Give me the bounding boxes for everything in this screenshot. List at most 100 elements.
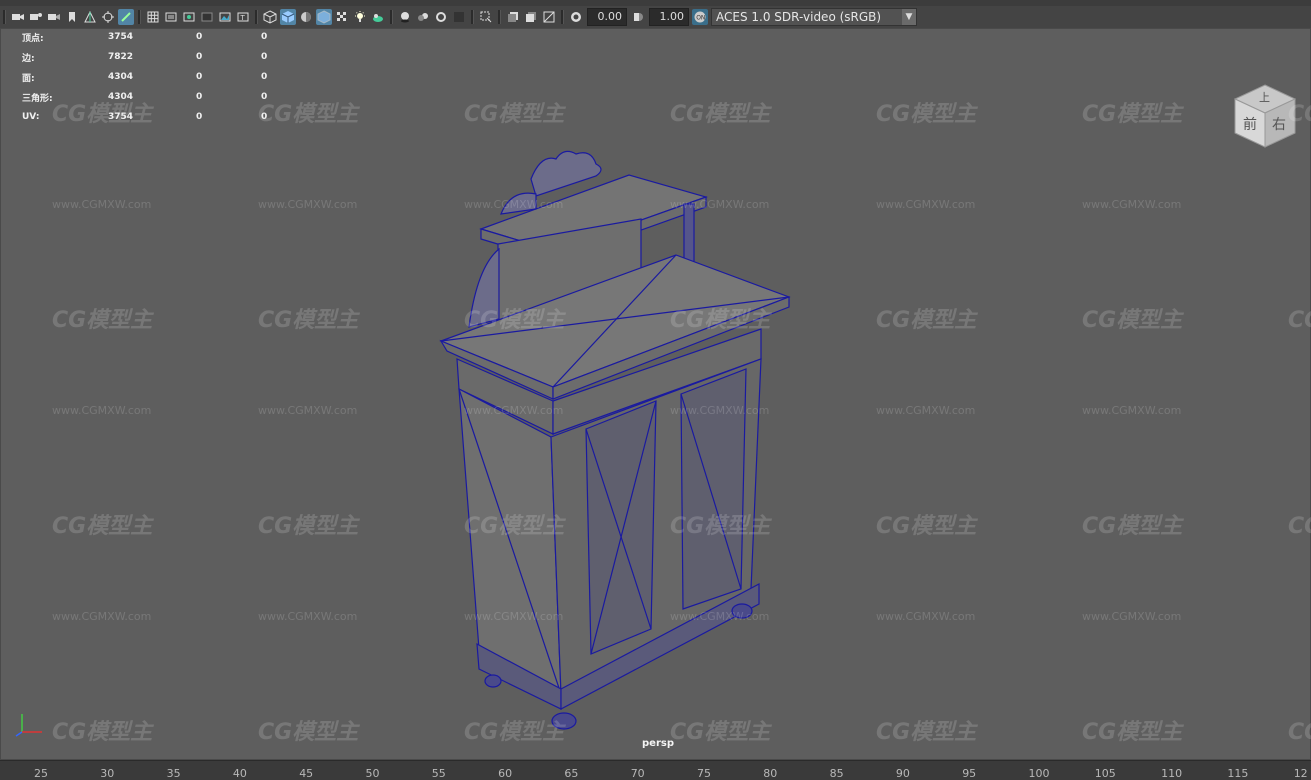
viewcube-top-label[interactable]: 上 xyxy=(1259,91,1270,104)
xray-icon[interactable] xyxy=(316,9,332,25)
svg-text:T: T xyxy=(240,14,246,22)
viewport-toolbar: T 0.00 1.00 ON ACES 1.0 SDR-video (sRGB)… xyxy=(0,6,1311,28)
xray-active-icon[interactable] xyxy=(523,9,539,25)
svg-text:ON: ON xyxy=(696,15,705,22)
ruler-tick-label: 55 xyxy=(431,767,446,780)
image-plane-icon[interactable] xyxy=(82,9,98,25)
ruler-tick-label: 45 xyxy=(299,767,314,780)
ruler-tick-label: 60 xyxy=(498,767,513,780)
hud-label: 三角形: xyxy=(22,93,53,104)
camera-name-label: persp xyxy=(642,738,674,749)
cabinet-wireframe xyxy=(439,150,791,730)
hud-label: UV: xyxy=(22,112,40,122)
hud-value: 0 xyxy=(261,112,268,122)
ambient-occlusion-icon[interactable] xyxy=(397,9,413,25)
perspective-viewport[interactable]: 上 前 右 xyxy=(0,28,1311,760)
ruler-tick-label: 100 xyxy=(1028,767,1050,780)
hud-label: 顶点: xyxy=(22,33,44,44)
film-gate-icon[interactable] xyxy=(163,9,179,25)
ruler-tick-label: 40 xyxy=(232,767,247,780)
gamma-icon[interactable] xyxy=(630,9,646,25)
smooth-shade-icon[interactable] xyxy=(280,9,296,25)
camera-icon[interactable] xyxy=(10,9,26,25)
color-management-icon[interactable]: ON xyxy=(692,9,708,25)
exposure-field[interactable]: 0.00 xyxy=(587,8,627,26)
bookmark-icon[interactable] xyxy=(64,9,80,25)
axis-gizmo xyxy=(12,708,52,742)
viewcube-right-label[interactable]: 右 xyxy=(1272,117,1286,133)
gate-mask-icon[interactable] xyxy=(199,9,215,25)
texture-icon[interactable] xyxy=(334,9,350,25)
ruler-tick-label: 70 xyxy=(630,767,645,780)
ruler-tick-label: 110 xyxy=(1161,767,1183,780)
ruler-tick-label: 25 xyxy=(34,767,48,780)
pan-zoom-icon[interactable] xyxy=(100,9,116,25)
ruler-tick-label: 50 xyxy=(365,767,380,780)
toolbar-separator xyxy=(561,10,564,24)
hud-row-vertices: 顶点: 3754 0 0 xyxy=(22,27,301,47)
color-management-value: ACES 1.0 SDR-video (sRGB) xyxy=(716,10,882,24)
hud-value: 0 xyxy=(261,32,268,42)
hud-value: 0 xyxy=(196,72,203,82)
ruler-tick-label: 12 xyxy=(1293,767,1308,780)
gamma-field[interactable]: 1.00 xyxy=(649,8,689,26)
lights-icon[interactable] xyxy=(352,9,368,25)
grease-pencil-icon[interactable] xyxy=(118,9,134,25)
hud-value: 0 xyxy=(261,92,268,102)
hud-row-faces: 面: 4304 0 0 xyxy=(22,67,301,87)
xray-joints-icon[interactable] xyxy=(505,9,521,25)
hud-value: 0 xyxy=(261,72,268,82)
exposure-icon[interactable] xyxy=(568,9,584,25)
time-slider-ruler[interactable]: 25 30 35 40 45 50 55 60 65 70 75 80 85 90 95 100 105 110 1… xyxy=(0,760,1311,780)
ruler-tick-label: 95 xyxy=(962,767,977,780)
toolbar-separator xyxy=(498,10,501,24)
ruler-tick-label: 35 xyxy=(166,767,181,780)
hud-label: 面: xyxy=(22,73,35,84)
view-cube[interactable]: 上 前 右 xyxy=(1229,81,1301,157)
poly-count-hud: 顶点: 3754 0 0 边: 7822 0 0 面: 4304 0 0 三角形: 4304 0 0 U… xyxy=(22,27,301,127)
hud-value: 0 xyxy=(196,32,203,42)
depth-of-field-icon[interactable] xyxy=(451,9,467,25)
hud-value: 3754 xyxy=(108,32,134,42)
hud-value: 0 xyxy=(196,92,203,102)
wireframe-icon[interactable] xyxy=(262,9,278,25)
motion-blur-icon[interactable] xyxy=(415,9,431,25)
ruler-tick-label: 80 xyxy=(763,767,778,780)
camera-attributes-icon[interactable] xyxy=(28,9,44,25)
isolate-select-icon[interactable] xyxy=(478,9,494,25)
ruler-tick-label: 85 xyxy=(829,767,844,780)
safe-action-icon[interactable]: T xyxy=(235,9,251,25)
field-chart-icon[interactable] xyxy=(217,9,233,25)
hud-value: 4304 xyxy=(108,92,134,102)
ruler-tick-label: 30 xyxy=(100,767,115,780)
shadows-icon[interactable] xyxy=(370,9,386,25)
ruler-tick-label: 105 xyxy=(1094,767,1116,780)
ruler-tick-label: 115 xyxy=(1227,767,1249,780)
toolbar-separator xyxy=(255,10,258,24)
grid-icon[interactable] xyxy=(145,9,161,25)
hud-label: 边: xyxy=(22,53,35,64)
ruler-tick-label: 65 xyxy=(564,767,579,780)
hud-value: 0 xyxy=(196,112,203,122)
ruler-tick-label: 90 xyxy=(895,767,910,780)
default-material-icon[interactable] xyxy=(298,9,314,25)
hud-value: 0 xyxy=(196,52,203,62)
anti-aliasing-icon[interactable] xyxy=(433,9,449,25)
toolbar-separator xyxy=(390,10,393,24)
toolbar-separator xyxy=(3,10,6,24)
hud-row-uvs: UV: 3754 0 0 xyxy=(22,107,301,127)
resolution-gate-icon[interactable] xyxy=(181,9,197,25)
hud-value: 7822 xyxy=(108,52,134,62)
color-management-select[interactable]: ACES 1.0 SDR-video (sRGB) ▼ xyxy=(711,8,917,26)
hud-value: 3754 xyxy=(108,112,134,122)
hud-row-triangles: 三角形: 4304 0 0 xyxy=(22,87,301,107)
hud-value: 4304 xyxy=(108,72,134,82)
chevron-down-icon[interactable]: ▼ xyxy=(902,9,916,25)
viewcube-front-label[interactable]: 前 xyxy=(1243,116,1257,133)
backface-icon[interactable] xyxy=(541,9,557,25)
camera-lock-icon[interactable] xyxy=(46,9,62,25)
ruler-tick-label: 75 xyxy=(697,767,711,780)
hud-value: 0 xyxy=(261,52,268,62)
hud-row-edges: 边: 7822 0 0 xyxy=(22,47,301,67)
toolbar-separator xyxy=(471,10,474,24)
